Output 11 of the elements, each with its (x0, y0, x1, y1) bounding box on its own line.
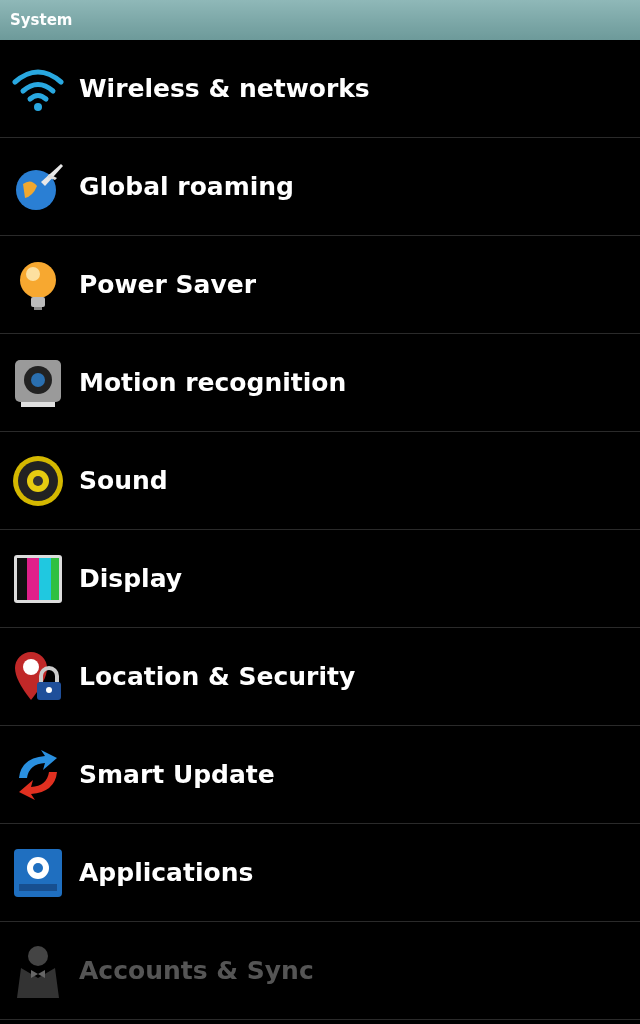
speaker-icon (11, 453, 65, 508)
header-title: System (10, 9, 73, 31)
settings-item[interactable]: Display (0, 530, 640, 628)
settings-item[interactable]: Power Saver (0, 236, 640, 334)
settings-item[interactable]: Wireless & networks (0, 40, 640, 138)
settings-item[interactable]: Motion recognition (0, 334, 640, 432)
settings-item[interactable]: Global roaming (0, 138, 640, 236)
settings-item[interactable]: Smart Update (0, 726, 640, 824)
settings-item[interactable]: Applications (0, 824, 640, 922)
settings-item[interactable]: Location & Security (0, 628, 640, 726)
settings-item[interactable]: Sound (0, 432, 640, 530)
